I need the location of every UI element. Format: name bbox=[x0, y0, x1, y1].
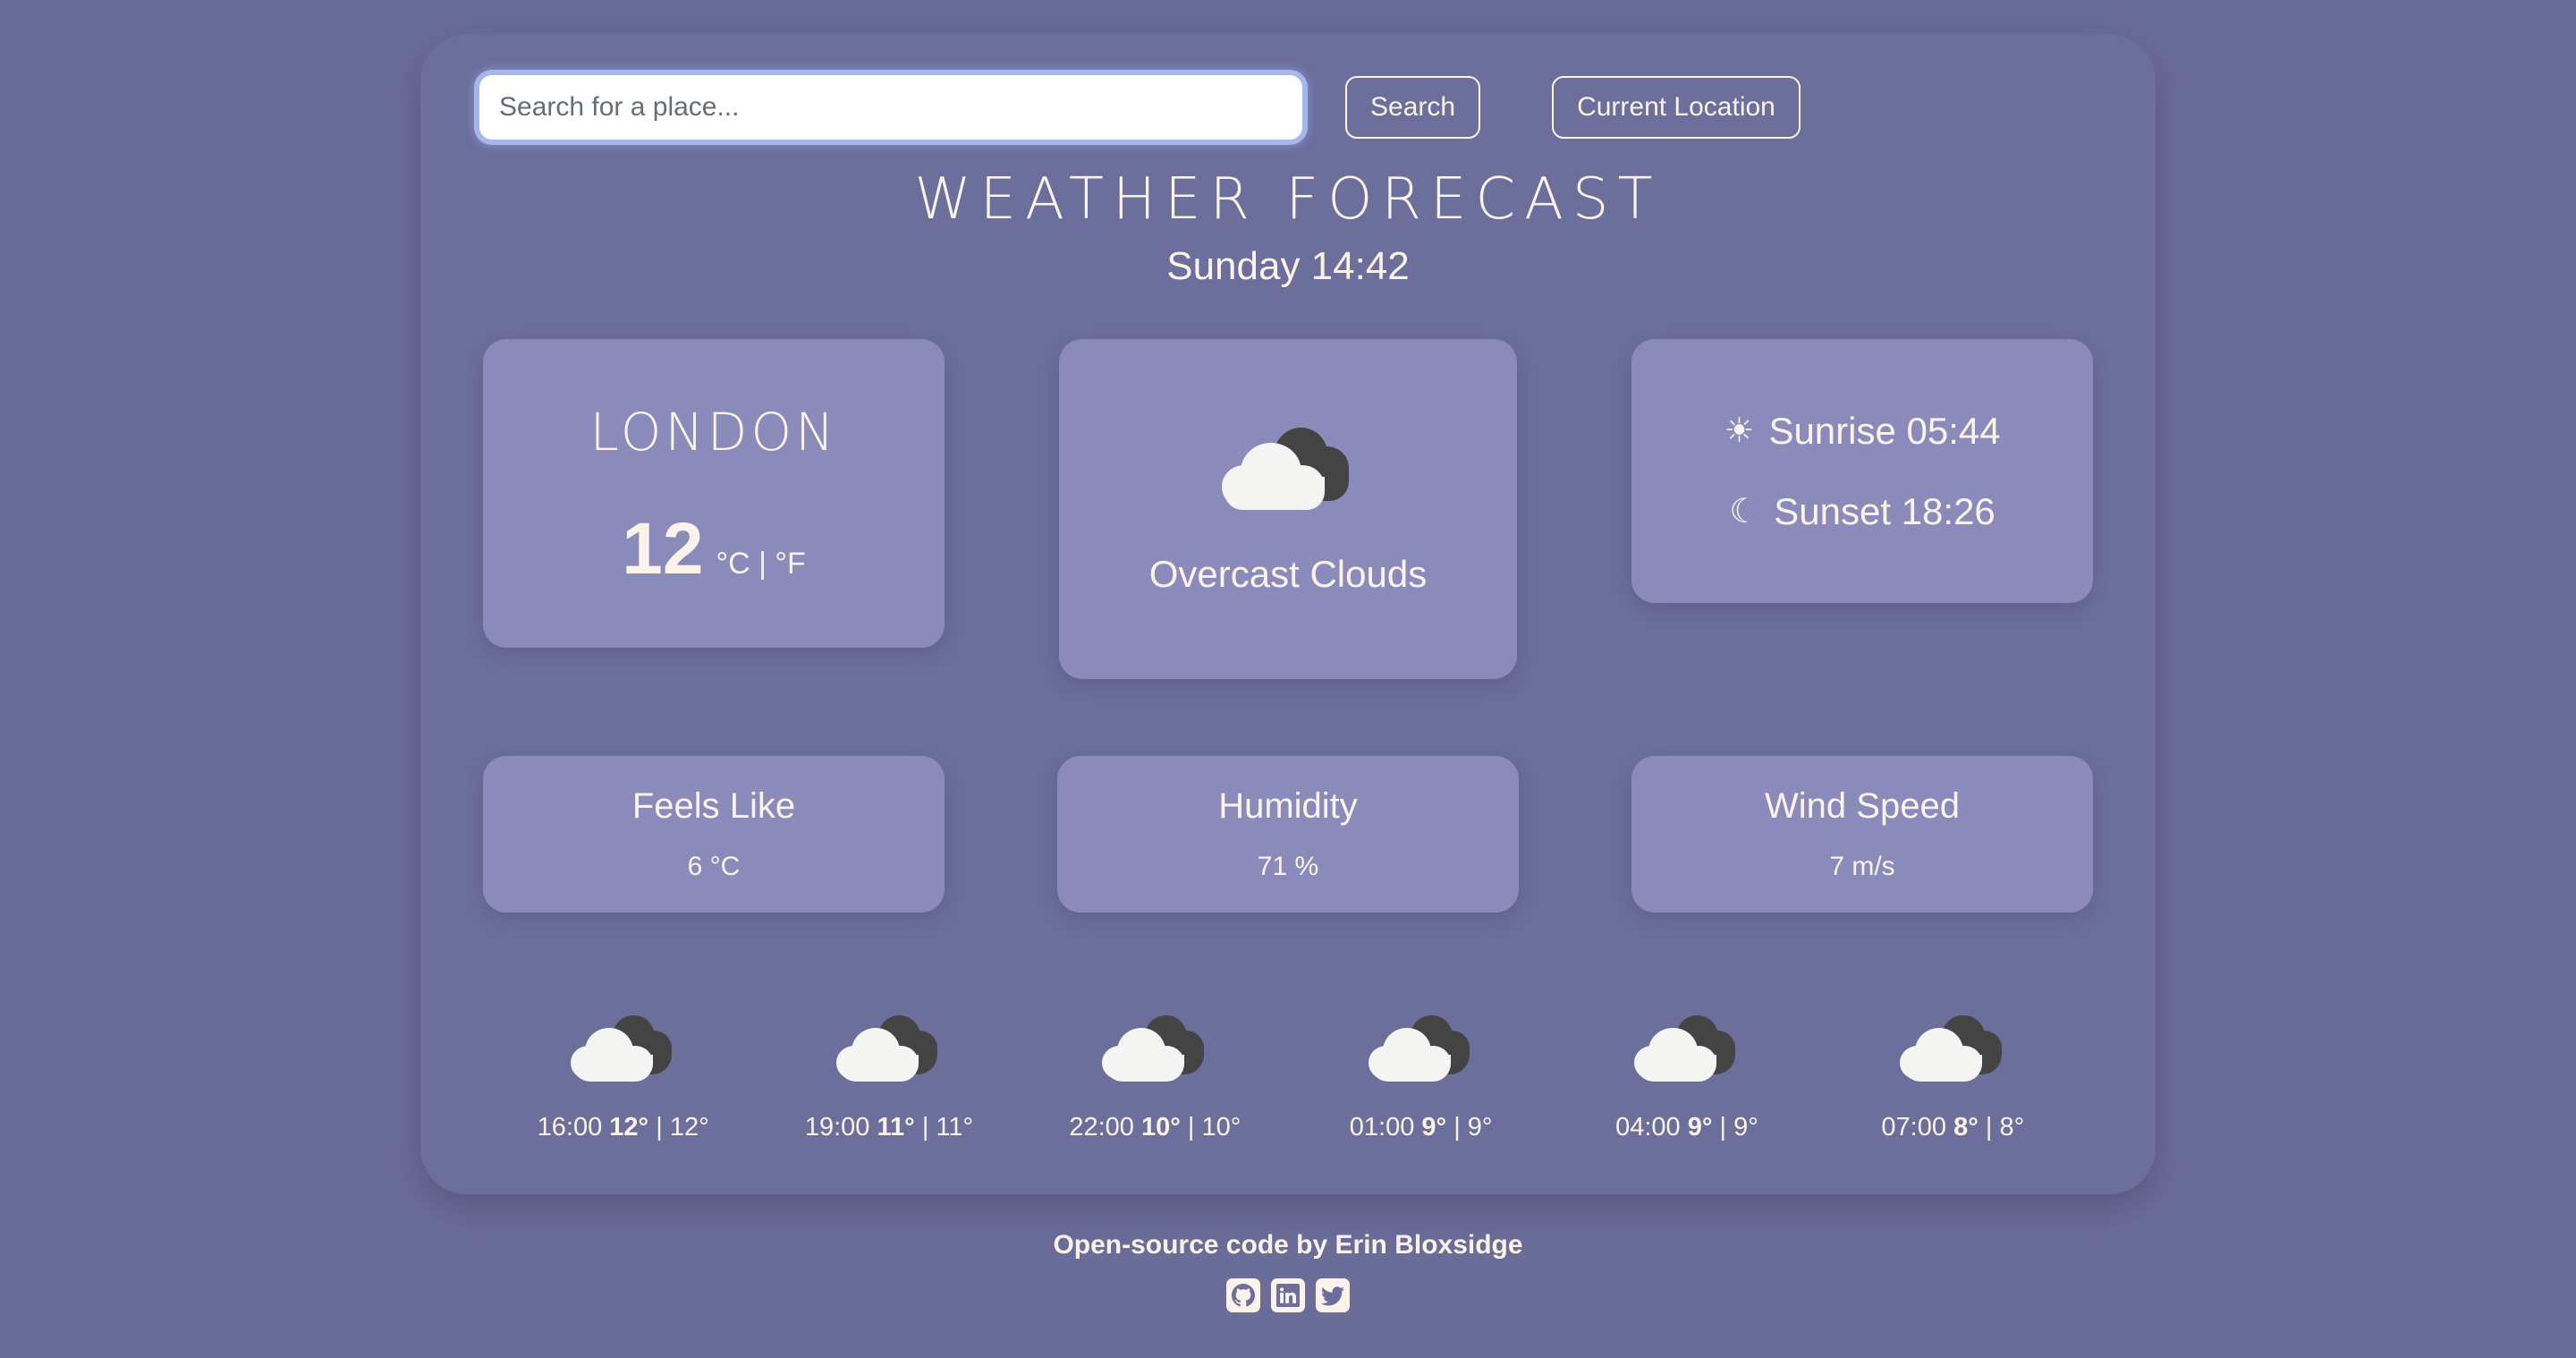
footer: Open-source code by Erin Bloxsidge bbox=[1053, 1230, 1523, 1313]
forecast-item: 19:00 11° | 11° bbox=[756, 1011, 1021, 1142]
forecast-time: 19:00 bbox=[804, 1113, 870, 1142]
sunrise-row: ☀ Sunrise 05:44 bbox=[1724, 410, 2000, 453]
current-datetime: Sunday 14:42 bbox=[1166, 244, 1410, 289]
humidity-card: Humidity 71 % bbox=[1057, 756, 1519, 913]
feels-like-card: Feels Like 6 °C bbox=[483, 756, 945, 913]
wind-speed-value: 7 m/s bbox=[1829, 852, 1895, 882]
forecast-label: 04:00 9° | 9° bbox=[1615, 1113, 1758, 1142]
current-temperature: 12 bbox=[622, 507, 704, 590]
forecast-low: 12° bbox=[669, 1113, 709, 1142]
current-location-button[interactable]: Current Location bbox=[1552, 76, 1801, 139]
social-links bbox=[1226, 1278, 1350, 1313]
humidity-value: 71 % bbox=[1257, 852, 1319, 882]
forecast-time: 01:00 bbox=[1349, 1113, 1415, 1142]
forecast-label: 16:00 12° | 12° bbox=[537, 1113, 709, 1142]
feels-like-label: Feels Like bbox=[631, 786, 796, 827]
overcast-clouds-icon bbox=[570, 1011, 676, 1086]
forecast-label: 22:00 10° | 10° bbox=[1069, 1113, 1241, 1142]
feels-like-value: 6 °C bbox=[687, 852, 741, 882]
forecast-high: 9° bbox=[1421, 1113, 1447, 1142]
sunset-row: ☾ Sunset 18:26 bbox=[1729, 490, 1996, 533]
condition-description: Overcast Clouds bbox=[1148, 553, 1428, 596]
forecast-time: 16:00 bbox=[537, 1113, 603, 1142]
forecast-label: 19:00 11° | 11° bbox=[804, 1113, 974, 1142]
forecast-high: 11° bbox=[877, 1113, 915, 1142]
linkedin-icon[interactable] bbox=[1271, 1278, 1305, 1313]
forecast-time: 22:00 bbox=[1069, 1113, 1134, 1142]
city-name: LONDON bbox=[589, 401, 838, 463]
overcast-clouds-icon bbox=[835, 1011, 942, 1086]
forecast-low: 11° bbox=[936, 1113, 974, 1142]
hourly-forecast-row: 16:00 12° | 12° 19:00 11° | 11° 22:00 10° … bbox=[470, 1011, 2106, 1142]
forecast-low: 9° bbox=[1467, 1113, 1493, 1142]
forecast-item: 16:00 12° | 12° bbox=[490, 1011, 756, 1142]
stats-row: Feels Like 6 °C Humidity 71 % Wind Speed… bbox=[470, 756, 2106, 913]
moon-icon: ☾ bbox=[1729, 492, 1760, 530]
search-input[interactable] bbox=[479, 75, 1302, 140]
forecast-high: 10° bbox=[1140, 1113, 1181, 1142]
forecast-time: 04:00 bbox=[1615, 1113, 1681, 1142]
sun-times-card: ☀ Sunrise 05:44 ☾ Sunset 18:26 bbox=[1631, 339, 2093, 604]
overcast-clouds-icon bbox=[1222, 422, 1354, 515]
github-icon[interactable] bbox=[1226, 1278, 1260, 1313]
forecast-high: 8° bbox=[1953, 1113, 1979, 1142]
overcast-clouds-icon bbox=[1102, 1011, 1208, 1086]
forecast-label: 01:00 9° | 9° bbox=[1349, 1113, 1493, 1142]
forecast-item: 01:00 9° | 9° bbox=[1288, 1011, 1554, 1142]
forecast-low: 9° bbox=[1733, 1113, 1758, 1142]
forecast-item: 22:00 10° | 10° bbox=[1022, 1011, 1288, 1142]
search-button[interactable]: Search bbox=[1345, 76, 1481, 139]
overcast-clouds-icon bbox=[1900, 1011, 2005, 1086]
search-bar: Search Current Location bbox=[470, 72, 2106, 143]
forecast-item: 07:00 8° | 8° bbox=[1820, 1011, 2086, 1142]
overcast-clouds-icon bbox=[1368, 1011, 1474, 1086]
wind-speed-card: Wind Speed 7 m/s bbox=[1631, 756, 2093, 913]
temperature-block: 12 °C | °F bbox=[622, 507, 805, 590]
humidity-label: Humidity bbox=[1218, 786, 1358, 827]
forecast-label: 07:00 8° | 8° bbox=[1881, 1113, 2025, 1142]
unit-toggle[interactable]: °C | °F bbox=[716, 547, 805, 581]
twitter-icon[interactable] bbox=[1316, 1278, 1350, 1313]
sunrise-text: Sunrise 05:44 bbox=[1768, 409, 2001, 452]
forecast-high: 9° bbox=[1687, 1113, 1713, 1142]
forecast-item: 04:00 9° | 9° bbox=[1554, 1011, 1819, 1142]
primary-cards-row: LONDON 12 °C | °F Overcast Clouds ☀ Sunr… bbox=[470, 339, 2106, 680]
forecast-low: 10° bbox=[1201, 1113, 1241, 1142]
forecast-time: 07:00 bbox=[1881, 1113, 1946, 1142]
forecast-high: 12° bbox=[609, 1113, 649, 1142]
forecast-low: 8° bbox=[1999, 1113, 2025, 1142]
wind-speed-label: Wind Speed bbox=[1765, 786, 1960, 827]
footer-credit: Open-source code by Erin Bloxsidge bbox=[1053, 1230, 1523, 1260]
weather-app-container: Search Current Location WEATHER FORECAST… bbox=[420, 34, 2156, 1195]
page-title: WEATHER FORECAST bbox=[914, 166, 1662, 233]
overcast-clouds-icon bbox=[1633, 1011, 1740, 1086]
condition-card: Overcast Clouds bbox=[1059, 339, 1517, 680]
location-card: LONDON 12 °C | °F bbox=[483, 339, 945, 649]
sun-icon: ☀ bbox=[1724, 412, 1755, 450]
sunset-text: Sunset 18:26 bbox=[1774, 489, 1996, 532]
